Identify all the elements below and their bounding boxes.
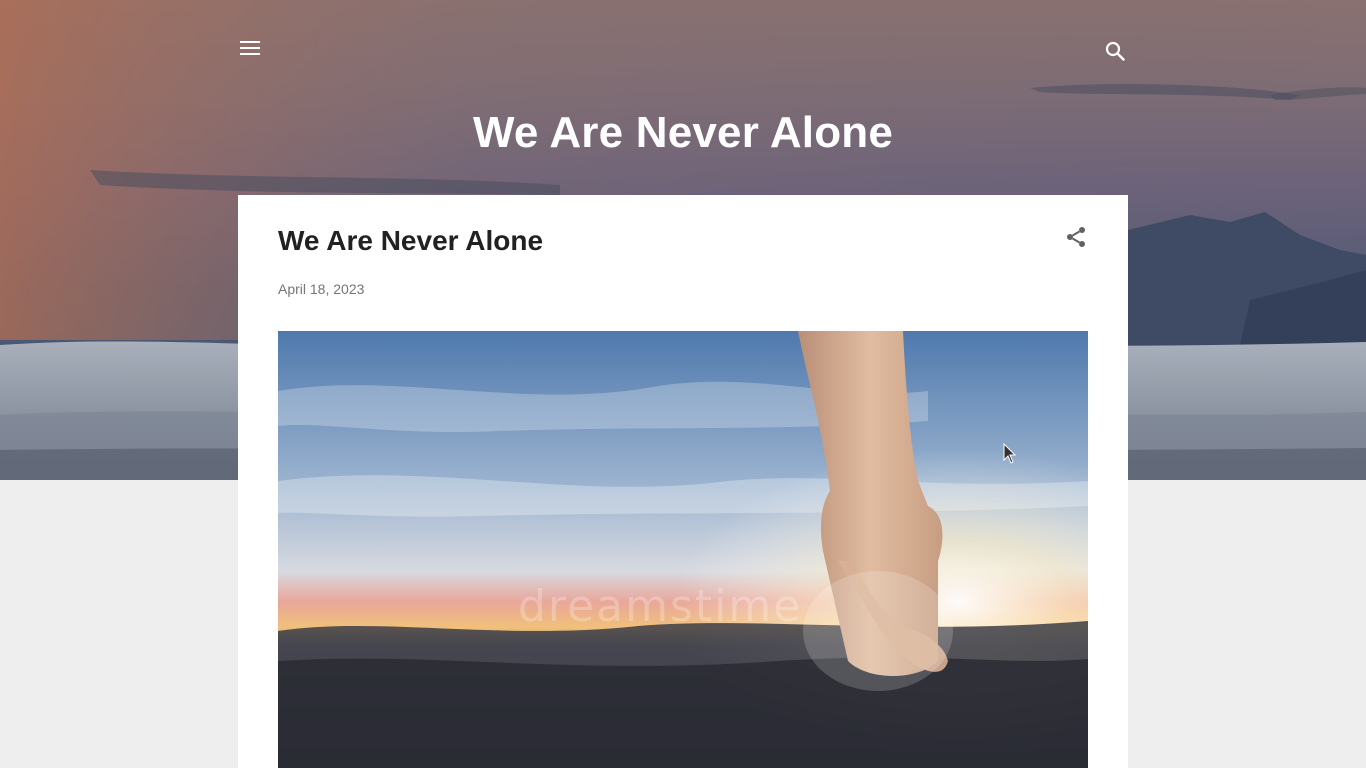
post-date[interactable]: April 18, 2023 xyxy=(278,281,364,297)
share-icon xyxy=(1067,227,1085,247)
share-button[interactable] xyxy=(1064,225,1088,249)
blog-title[interactable]: We Are Never Alone xyxy=(0,108,1366,158)
search-icon xyxy=(1105,41,1125,61)
hands-holding-image xyxy=(278,331,1088,768)
post-title[interactable]: We Are Never Alone xyxy=(278,225,543,257)
post-card: We Are Never Alone April 18, 2023 dreams… xyxy=(238,195,1128,768)
post-image[interactable]: dreamstime xyxy=(278,331,1088,768)
image-watermark: dreamstime xyxy=(518,581,803,632)
search-button[interactable] xyxy=(1101,37,1129,65)
menu-button[interactable] xyxy=(236,36,264,60)
hamburger-menu-icon xyxy=(240,41,260,55)
mouse-cursor-icon xyxy=(1003,443,1017,464)
